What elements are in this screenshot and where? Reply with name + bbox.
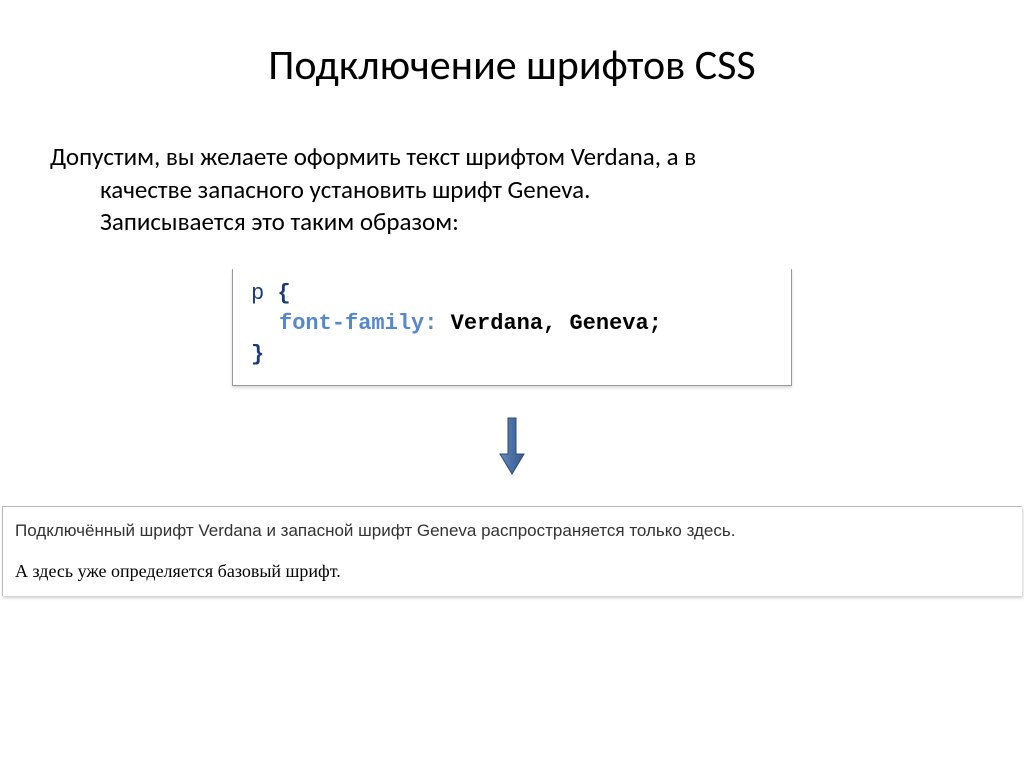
slide-title: Подключение шрифтов CSS bbox=[50, 40, 974, 91]
down-arrow-icon bbox=[498, 416, 526, 481]
intro-line-2: качестве запасного установить шрифт Gene… bbox=[50, 174, 590, 207]
code-brace-close: } bbox=[251, 342, 264, 367]
code-brace-open: { bbox=[277, 281, 290, 306]
intro-line-3: Записывается это таким образом: bbox=[50, 206, 459, 239]
code-selector: p bbox=[251, 281, 264, 306]
code-line-2: font-family: Verdana, Geneva; bbox=[251, 309, 773, 340]
arrow-container bbox=[50, 416, 974, 481]
code-line-1: p { bbox=[251, 279, 773, 310]
result-serif-text: А здесь уже определяется базовый шрифт. bbox=[15, 561, 1010, 582]
code-line-3: } bbox=[251, 340, 773, 371]
code-example-box: p { font-family: Verdana, Geneva; } bbox=[232, 269, 792, 386]
intro-paragraph: Допустим, вы желаете оформить текст шриф… bbox=[50, 141, 974, 239]
intro-line-1: Допустим, вы желаете оформить текст шриф… bbox=[50, 141, 696, 172]
code-property: font-family bbox=[279, 311, 424, 336]
code-value: Verdana, Geneva; bbox=[437, 311, 661, 336]
result-example-box: Подключённый шрифт Verdana и запасной шр… bbox=[2, 506, 1022, 596]
result-verdana-text: Подключённый шрифт Verdana и запасной шр… bbox=[15, 521, 1010, 541]
code-colon: : bbox=[424, 311, 437, 336]
